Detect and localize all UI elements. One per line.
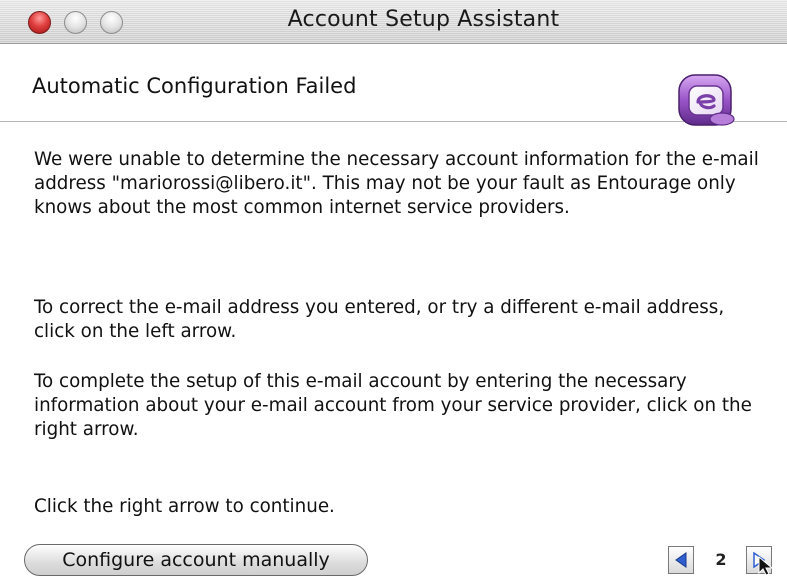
left-arrow-instruction-text: To correct the e-mail address you entere… xyxy=(34,297,725,342)
page-number: 2 xyxy=(715,550,727,569)
window-title: Account Setup Assistant xyxy=(287,7,560,32)
continue-instruction-text: Click the right arrow to continue. xyxy=(34,496,335,517)
failure-explanation-text: We were unable to determine the necessar… xyxy=(34,149,759,218)
configure-account-manually-button[interactable]: Configure account manually xyxy=(24,544,368,576)
assistant-header: Automatic Configuration Failed xyxy=(0,44,787,126)
title-bar[interactable]: Account Setup Assistant xyxy=(0,0,787,44)
previous-page-button[interactable] xyxy=(668,546,694,574)
left-arrow-icon xyxy=(675,552,687,568)
entourage-app-icon xyxy=(678,74,735,126)
page-title: Automatic Configuration Failed xyxy=(32,74,357,98)
account-setup-window: Account Setup Assistant Automatic Config… xyxy=(0,0,787,576)
right-arrow-instruction-text: To complete the setup of this e-mail acc… xyxy=(34,371,752,440)
mouse-cursor-icon xyxy=(758,556,774,576)
